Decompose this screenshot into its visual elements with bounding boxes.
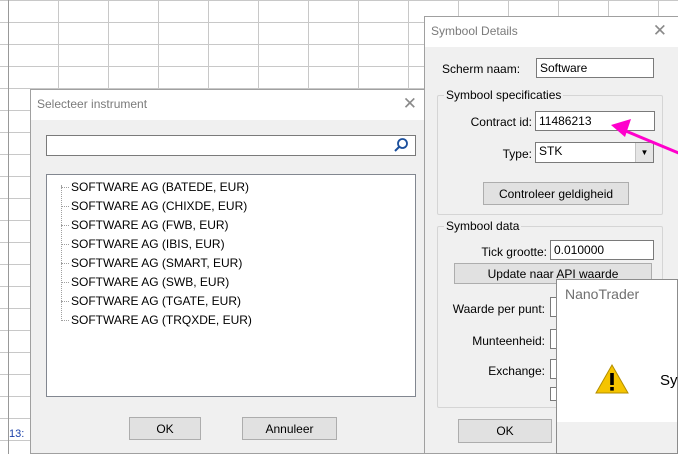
exchange-label: Exchange: <box>488 364 545 378</box>
search-input[interactable] <box>46 135 416 156</box>
ok-button[interactable]: OK <box>458 419 552 443</box>
ok-button[interactable]: OK <box>129 417 201 440</box>
group-label: Symbool specificaties <box>444 88 564 102</box>
tree-item[interactable]: SOFTWARE AG (TRQXDE, EUR) <box>61 311 252 330</box>
message-text: Sy <box>660 372 678 389</box>
scherm-naam-field[interactable] <box>536 58 654 78</box>
tree-item[interactable]: SOFTWARE AG (CHIXDE, EUR) <box>61 197 247 216</box>
tree-item[interactable]: SOFTWARE AG (BATEDE, EUR) <box>61 178 249 197</box>
titlebar: NanoTrader <box>557 280 677 312</box>
dialog-title: Symbool Details <box>431 24 518 38</box>
titlebar: Selecteer instrument ✕ <box>31 90 425 120</box>
tree-item[interactable]: SOFTWARE AG (SMART, EUR) <box>61 254 242 273</box>
select-instrument-dialog: Selecteer instrument ✕ SOFTWARE AG (BATE… <box>30 89 426 454</box>
annotation-arrow <box>611 119 678 155</box>
tree-item[interactable]: SOFTWARE AG (IBIS, EUR) <box>61 235 225 254</box>
currency-label: Munteenheid: <box>472 334 545 348</box>
close-icon[interactable]: ✕ <box>403 95 417 112</box>
check-validity-button[interactable]: Controleer geldigheid <box>483 182 629 205</box>
value-per-point-label: Waarde per punt: <box>452 302 545 316</box>
time-axis-label: 13: <box>9 428 25 440</box>
tree-item[interactable]: SOFTWARE AG (SWB, EUR) <box>61 273 229 292</box>
message-body: Sy <box>557 312 678 422</box>
nanotrader-message-dialog: NanoTrader Sy <box>556 279 678 454</box>
dialog-title: NanoTrader <box>565 286 640 302</box>
instrument-tree[interactable]: SOFTWARE AG (BATEDE, EUR) SOFTWARE AG (C… <box>46 174 416 397</box>
search-icon[interactable] <box>393 137 409 153</box>
type-label: Type: <box>502 147 532 161</box>
close-icon[interactable]: ✕ <box>653 22 667 39</box>
tick-size-field[interactable] <box>550 240 654 260</box>
titlebar: Symbool Details ✕ <box>425 17 678 47</box>
chart-left-border <box>8 0 9 454</box>
tick-size-label: Tick grootte: <box>481 245 547 259</box>
tree-item[interactable]: SOFTWARE AG (TGATE, EUR) <box>61 292 241 311</box>
contract-id-label: Contract id: <box>470 115 532 129</box>
group-label: Symbool data <box>444 219 522 233</box>
scherm-naam-label: Scherm naam: <box>442 62 521 76</box>
warning-icon <box>595 364 629 394</box>
tree-item[interactable]: SOFTWARE AG (FWB, EUR) <box>61 216 229 235</box>
dialog-title: Selecteer instrument <box>37 97 148 111</box>
cancel-button[interactable]: Annuleer <box>242 417 337 440</box>
type-value: STK <box>539 144 563 158</box>
